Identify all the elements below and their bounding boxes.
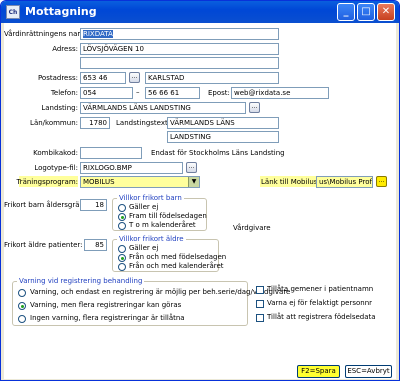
close-button[interactable]: ✕ <box>377 3 395 21</box>
frikort-aldre-option-0: Gäller ej <box>129 244 159 252</box>
cancel-button[interactable]: ESC=Avbryt <box>345 365 392 378</box>
villkor-frikort-barn-group: Villkor frikort barn Gäller ej Fram till… <box>112 194 207 231</box>
postadress-label: Postadress: <box>37 74 78 82</box>
landsting-lookup-button[interactable]: ... <box>249 102 260 113</box>
varning-option-2: Ingen varning, flera registreringar är t… <box>30 314 185 322</box>
landstingstext-line2-input[interactable]: LANDSTING <box>167 131 279 143</box>
form-area: Vårdinrättningens namn: RIXDATA Adress: … <box>4 23 396 379</box>
varna-personnr-checkbox[interactable] <box>256 300 264 308</box>
gemener-checkbox[interactable] <box>256 286 264 294</box>
vardinrattning-label: Vårdinrättningens namn: <box>4 30 91 38</box>
frikort-barn-label: Frikort barn åldersgräns: <box>4 201 90 209</box>
mottagning-window: Ch Mottagning _ □ ✕ Vårdinrättningens na… <box>0 0 400 381</box>
villkor-frikort-barn-title: Villkor frikort barn <box>117 194 184 202</box>
varning-group: Varning vid registrering behandling Varn… <box>12 277 290 326</box>
lank-mobilus-input[interactable]: us\Mobilus Professional <box>316 176 373 188</box>
traningsprogram-label: Träningsprogram: <box>16 178 78 186</box>
varning-option-1: Varning, men flera registreringar kan gö… <box>30 301 182 309</box>
save-button[interactable]: F2=Spara <box>297 365 340 378</box>
landstingstext-label: Landstingstext: <box>116 119 171 127</box>
gemener-label: Tillåta gemener i patientnamn <box>267 285 374 293</box>
kombikod-label: Kombikakod: <box>33 149 78 157</box>
postnummer-input[interactable]: 653 46 <box>80 72 126 84</box>
frikort-aldre-option-2: Från och med kalenderåret <box>129 262 224 270</box>
telefon-number-input[interactable]: 56 66 61 <box>145 87 200 99</box>
frikort-barn-option-0: Gäller ej <box>129 203 159 211</box>
frikort-aldre-option-1: Från och med födelsedagen <box>129 253 227 261</box>
epost-input[interactable]: web@rixdata.se <box>231 87 329 99</box>
varning-radio-2[interactable] <box>18 315 26 323</box>
lank-mobilus-browse-button[interactable]: ... <box>376 176 387 187</box>
kombikod-input[interactable] <box>80 147 142 159</box>
epost-label: Epost: <box>208 89 230 97</box>
adress-line2-input[interactable] <box>80 57 279 69</box>
telefon-label: Telefon: <box>50 89 78 97</box>
varna-personnr-label: Varna ej för felaktigt personnr <box>267 299 373 307</box>
postnummer-lookup-button[interactable]: ... <box>129 72 140 83</box>
fodelsedata-checkbox[interactable] <box>256 314 264 322</box>
kombikod-note: Endast för Stockholms Läns Landsting <box>151 149 285 157</box>
frikort-aldre-input[interactable]: 85 <box>84 239 107 251</box>
app-icon: Ch <box>6 5 20 19</box>
varning-option-0: Varning, och endast en registrering är m… <box>30 288 291 296</box>
varning-radio-0[interactable] <box>18 289 26 297</box>
telefon-dash: – <box>136 88 140 96</box>
frikort-barn-option-1: Fram till födelsedagen <box>129 212 207 220</box>
vardinrattning-input[interactable]: RIXDATA <box>80 28 279 40</box>
adress-label: Adress: <box>52 45 78 53</box>
landstingstext-line1-input[interactable]: VÄRMLANDS LÄNS <box>167 117 279 129</box>
frikort-barn-radio-2[interactable] <box>118 222 126 230</box>
title-bar[interactable]: Ch Mottagning _ □ ✕ <box>1 1 399 23</box>
villkor-frikort-aldre-group: Villkor frikort äldre Gäller ej Från och… <box>112 235 226 272</box>
frikort-aldre-radio-1[interactable] <box>118 254 126 262</box>
lan-kommun-label: Län/kommun: <box>30 119 78 127</box>
lank-mobilus-label: Länk till Mobilus: <box>261 178 320 186</box>
landsting-label: Landsting: <box>41 104 78 112</box>
adress-line1-input[interactable]: LÖVSJÖVÄGEN 10 <box>80 43 279 55</box>
logotype-browse-button[interactable]: ... <box>186 162 197 173</box>
frikort-aldre-label: Frikort äldre patienter: <box>4 241 83 249</box>
minimize-button[interactable]: _ <box>337 3 355 21</box>
frikort-barn-radio-1[interactable] <box>118 213 126 221</box>
ort-input[interactable]: KARLSTAD <box>145 72 279 84</box>
telefon-prefix-input[interactable]: 054 <box>80 87 133 99</box>
fodelsedata-label: Tillåt att registrera födelsedata <box>267 313 376 321</box>
varning-radio-1[interactable] <box>18 302 26 310</box>
frikort-barn-input[interactable]: 18 <box>80 199 107 211</box>
traningsprogram-select[interactable]: MOBILUS ▼ <box>80 176 200 188</box>
villkor-frikort-aldre-title: Villkor frikort äldre <box>117 235 186 243</box>
chevron-down-icon[interactable]: ▼ <box>188 177 199 187</box>
maximize-button[interactable]: □ <box>357 3 375 21</box>
vardgivare-label: Vårdgivare <box>233 224 271 232</box>
landsting-input[interactable]: VÄRMLANDS LÄNS LANDSTING <box>80 102 246 114</box>
lan-kommun-input[interactable]: 1780 <box>80 117 110 129</box>
window-title: Mottagning <box>25 5 97 18</box>
frikort-barn-radio-0[interactable] <box>118 204 126 212</box>
frikort-aldre-radio-2[interactable] <box>118 263 126 271</box>
frikort-aldre-radio-0[interactable] <box>118 245 126 253</box>
varning-group-title: Varning vid registrering behandling <box>17 277 145 285</box>
frikort-barn-option-2: T o m kalenderåret <box>129 221 196 229</box>
logotype-label: Logotype-fil: <box>34 164 78 172</box>
logotype-input[interactable]: RIXLOGO.BMP <box>80 162 183 174</box>
